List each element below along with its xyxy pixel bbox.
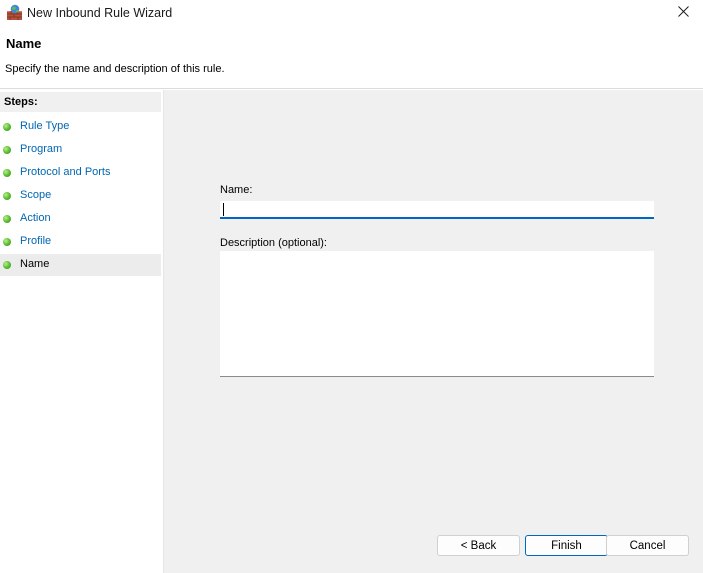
- step-complete-icon: [3, 238, 11, 246]
- firewall-app-icon: [6, 4, 23, 21]
- description-input[interactable]: [220, 251, 654, 377]
- step-complete-icon: [3, 123, 11, 131]
- page-subtitle: Specify the name and description of this…: [5, 63, 225, 75]
- steps-pane: Steps: Rule Type Program Protocol and Po…: [0, 90, 163, 573]
- step-label: Rule Type: [20, 120, 70, 132]
- step-complete-icon: [3, 146, 11, 154]
- description-label: Description (optional):: [220, 237, 327, 249]
- page-title: Name: [6, 36, 42, 51]
- header-divider: [0, 88, 703, 89]
- steps-heading: Steps:: [0, 92, 161, 113]
- main-pane: Name: Description (optional): < Back Fin…: [164, 90, 703, 573]
- step-protocol-and-ports[interactable]: Protocol and Ports: [0, 162, 161, 184]
- step-label: Action: [20, 212, 51, 224]
- step-label: Protocol and Ports: [20, 166, 111, 178]
- wizard-header: Name Specify the name and description of…: [0, 26, 703, 88]
- title-bar: New Inbound Rule Wizard: [0, 0, 703, 26]
- back-button[interactable]: < Back: [437, 535, 520, 556]
- close-button[interactable]: [663, 0, 703, 26]
- wizard-window: New Inbound Rule Wizard Name Specify the…: [0, 0, 703, 573]
- name-input[interactable]: [220, 201, 654, 219]
- step-current-icon: [3, 261, 11, 269]
- steps-heading-label: Steps:: [4, 96, 38, 108]
- step-complete-icon: [3, 169, 11, 177]
- step-rule-type[interactable]: Rule Type: [0, 116, 161, 138]
- step-label: Program: [20, 143, 63, 155]
- step-label: Name: [20, 258, 50, 270]
- step-label: Scope: [20, 189, 52, 201]
- step-profile[interactable]: Profile: [0, 231, 161, 253]
- cancel-button[interactable]: Cancel: [606, 535, 689, 556]
- step-action[interactable]: Action: [0, 208, 161, 230]
- close-icon: [677, 6, 689, 20]
- step-complete-icon: [3, 215, 11, 223]
- step-complete-icon: [3, 192, 11, 200]
- finish-button[interactable]: Finish: [525, 535, 608, 556]
- step-scope[interactable]: Scope: [0, 185, 161, 207]
- step-name: Name: [0, 254, 161, 276]
- window-title: New Inbound Rule Wizard: [27, 6, 173, 20]
- text-caret: [223, 203, 224, 216]
- step-program[interactable]: Program: [0, 139, 161, 161]
- name-label: Name:: [220, 184, 253, 196]
- step-label: Profile: [20, 235, 52, 247]
